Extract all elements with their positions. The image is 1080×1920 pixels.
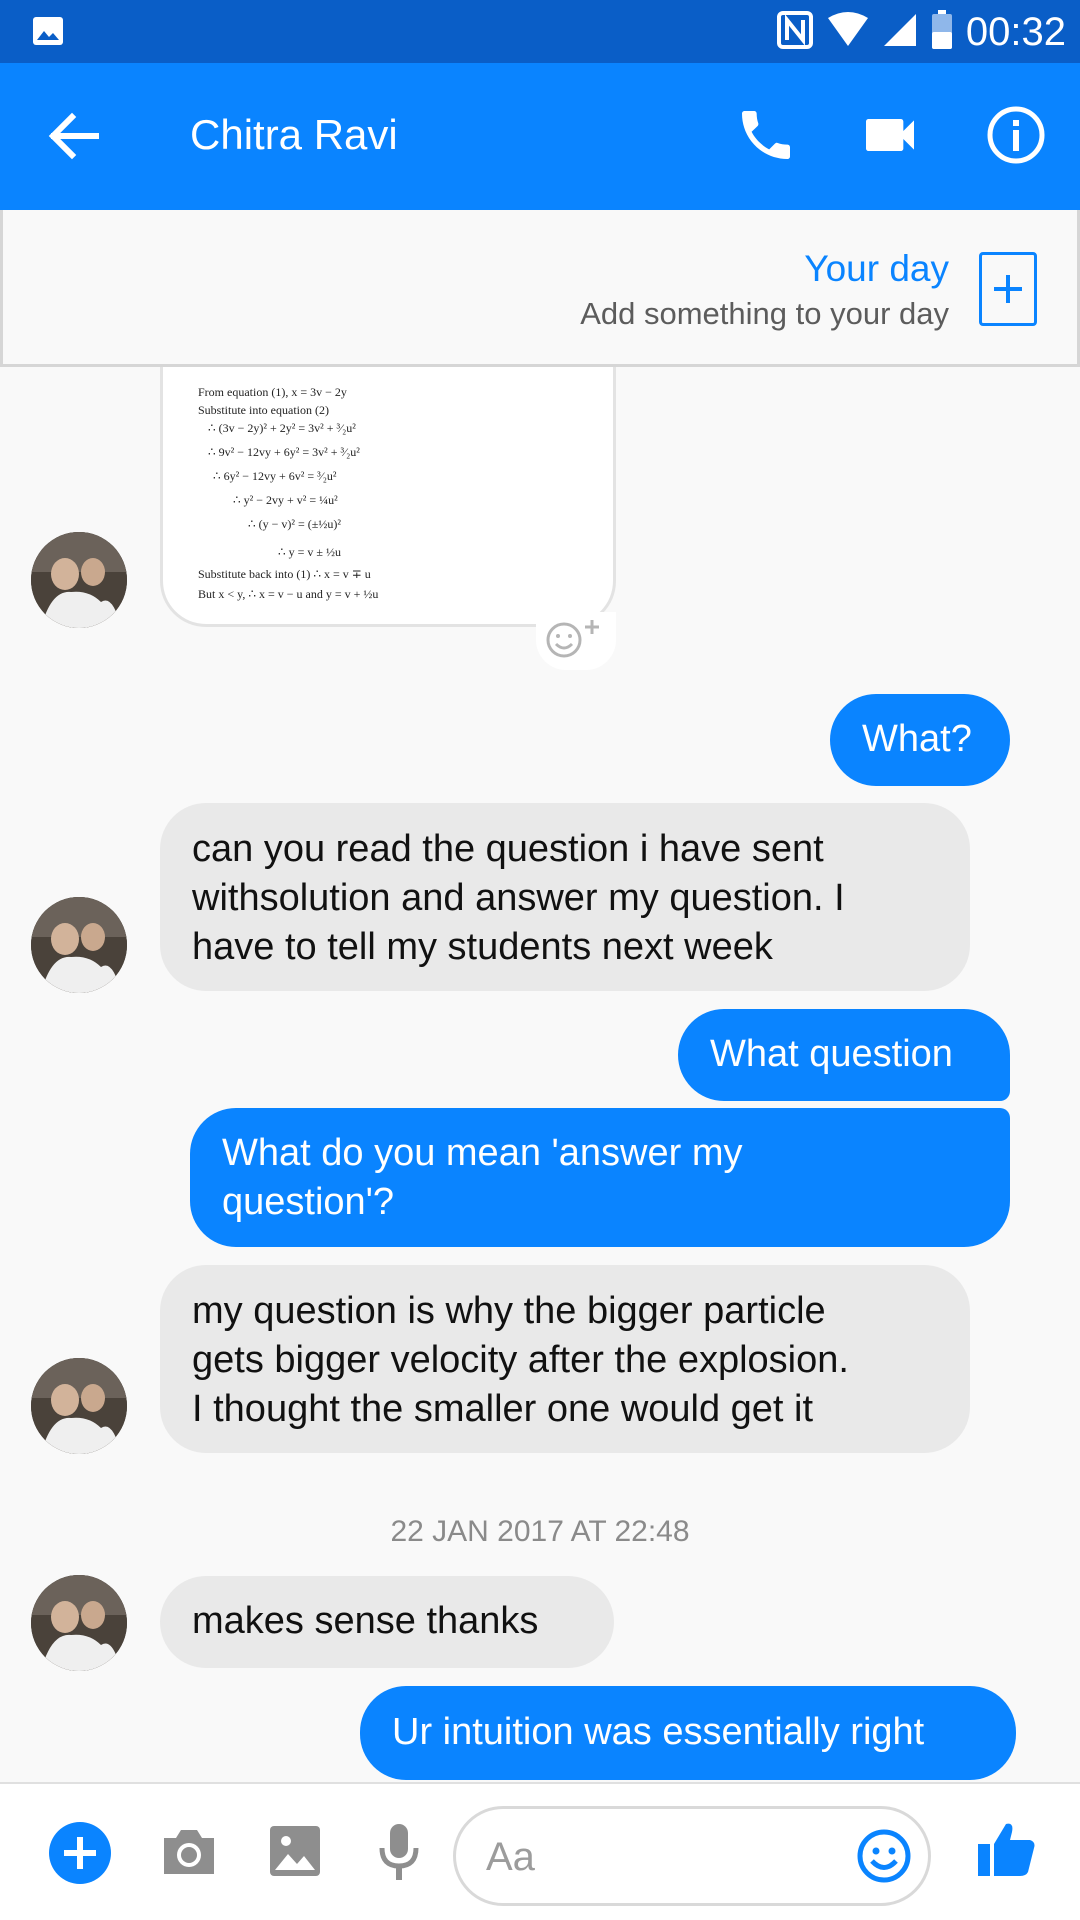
mic-icon[interactable]	[378, 1822, 420, 1887]
phone-icon[interactable]	[734, 103, 798, 167]
add-to-day-button[interactable]	[979, 252, 1037, 326]
signal-icon	[882, 12, 918, 53]
contact-name[interactable]: Chitra Ravi	[190, 111, 398, 159]
image-attachment[interactable]: From equation (1), x = 3v − 2y Substitut…	[160, 367, 616, 627]
composer-bar: Aa	[0, 1782, 1080, 1920]
add-reaction-icon	[546, 620, 599, 658]
message-input[interactable]: Aa	[453, 1806, 931, 1906]
math-line: ∴ y² − 2vy + v² = ¼u²	[233, 493, 338, 507]
image-icon[interactable]	[270, 1826, 320, 1881]
wifi-icon	[826, 11, 870, 53]
outgoing-message[interactable]: What question	[678, 1009, 1010, 1101]
battery-icon	[930, 9, 954, 55]
your-day-title: Your day	[804, 248, 949, 289]
your-day-banner[interactable]: Your day Add something to your day	[0, 210, 1080, 367]
thumbs-up-icon[interactable]	[976, 1818, 1038, 1885]
message-line: withsolution and answer my question. I	[192, 877, 845, 919]
outgoing-message[interactable]: What?	[830, 694, 1010, 786]
incoming-message[interactable]: can you read the question i have sent wi…	[160, 803, 970, 991]
math-line: ∴ y = v ± ½u	[278, 545, 341, 559]
message-line: question'?	[222, 1181, 395, 1223]
nfc-icon	[776, 10, 814, 55]
outgoing-message[interactable]: What do you mean 'answer my question'?	[190, 1108, 1010, 1247]
avatar[interactable]	[31, 897, 127, 993]
math-line: ∴ 9v² − 12vy + 6y² = 3v² + ³⁄₂u²	[208, 445, 360, 459]
back-arrow-icon[interactable]	[44, 106, 104, 166]
message-text: Ur intuition was essentially right	[392, 1711, 925, 1753]
emoji-icon[interactable]	[856, 1828, 912, 1889]
message-input-placeholder: Aa	[486, 1835, 535, 1879]
avatar[interactable]	[31, 1358, 127, 1454]
outgoing-message[interactable]: Ur intuition was essentially right	[360, 1686, 1016, 1780]
message-line: What do you mean 'answer my	[222, 1132, 743, 1174]
status-bar: 00:32	[0, 0, 1080, 63]
math-line: Substitute back into (1) ∴ x = v ∓ u	[198, 567, 371, 581]
message-line: I thought the smaller one would get it	[192, 1388, 814, 1430]
math-line: ∴ (3v − 2y)² + 2y² = 3v² + ³⁄₂u²	[208, 421, 356, 435]
avatar[interactable]	[31, 532, 127, 628]
math-line: Substitute into equation (2)	[198, 403, 329, 417]
message-text: makes sense thanks	[192, 1600, 539, 1642]
message-line: gets bigger velocity after the explosion…	[192, 1339, 849, 1381]
gallery-icon	[32, 16, 64, 51]
video-icon[interactable]	[858, 103, 922, 167]
math-line: From equation (1), x = 3v − 2y	[198, 385, 347, 399]
info-icon[interactable]	[984, 103, 1048, 167]
message-line: can you read the question i have sent	[192, 828, 824, 870]
incoming-message[interactable]: makes sense thanks	[160, 1576, 614, 1668]
math-line: ∴ 6y² − 12vy + 6v² = ³⁄₂u²	[213, 469, 337, 483]
plus-icon	[994, 275, 1022, 303]
math-line: But x < y, ∴ x = v − u and y = v + ½u	[198, 587, 379, 601]
incoming-message[interactable]: my question is why the bigger particle g…	[160, 1265, 970, 1453]
math-line: ∴ (y − v)² = (±½u)²	[248, 517, 341, 531]
message-text: What?	[862, 718, 972, 760]
your-day-subtitle: Add something to your day	[580, 296, 949, 331]
plus-icon[interactable]	[48, 1821, 112, 1890]
message-line: have to tell my students next week	[192, 926, 773, 968]
app-bar: Chitra Ravi	[0, 63, 1080, 210]
clock: 00:32	[965, 9, 1066, 54]
avatar[interactable]	[31, 1575, 127, 1671]
conversation-timestamp: 22 JAN 2017 AT 22:48	[390, 1515, 690, 1548]
camera-icon[interactable]	[160, 1826, 218, 1883]
message-line: my question is why the bigger particle	[192, 1290, 826, 1332]
message-text: What question	[710, 1033, 953, 1075]
add-reaction-button[interactable]	[536, 612, 616, 670]
